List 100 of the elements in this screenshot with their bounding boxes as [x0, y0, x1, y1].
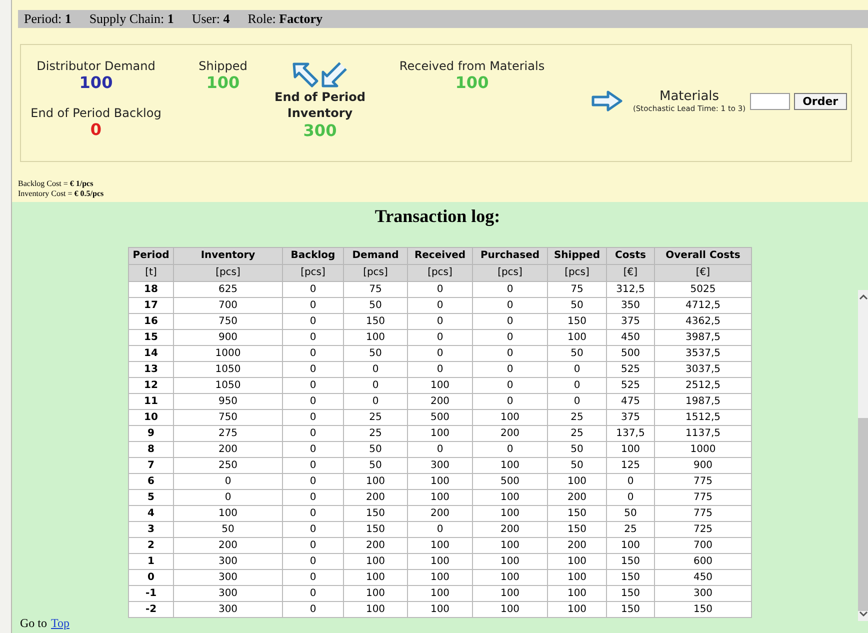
- table-cell: 275: [174, 426, 282, 442]
- table-cell: 150: [606, 554, 654, 570]
- scrollbar[interactable]: [858, 290, 868, 621]
- unit-header: [pcs]: [408, 264, 472, 282]
- table-cell: 150: [606, 570, 654, 586]
- table-cell: 50: [344, 346, 408, 362]
- table-cell: 0: [548, 362, 606, 378]
- scroll-down-icon[interactable]: [858, 611, 868, 617]
- table-cell: 100: [472, 410, 548, 426]
- table-cell: 200: [408, 394, 472, 410]
- stat-label: Shipped: [198, 59, 248, 73]
- table-cell: 0: [282, 602, 344, 618]
- stat-label: Distributor Demand: [36, 59, 156, 73]
- table-cell: 0: [282, 314, 344, 330]
- table-cell: 100: [606, 538, 654, 554]
- table-cell: 1000: [654, 442, 752, 458]
- table-cell: 625: [174, 282, 282, 298]
- column-header: Shipped: [548, 248, 606, 264]
- table-cell: 25: [344, 426, 408, 442]
- table-cell: 300: [174, 602, 282, 618]
- table-cell: 725: [654, 522, 752, 538]
- table-cell: 0: [408, 346, 472, 362]
- table-cell: 150: [606, 602, 654, 618]
- table-cell: 250: [174, 458, 282, 474]
- table-cell: 200: [548, 538, 606, 554]
- table-cell: 11: [128, 394, 174, 410]
- table-cell: 0: [282, 282, 344, 298]
- cost-text: Backlog Cost = € 1/pcs: [18, 179, 94, 189]
- table-cell: 4: [128, 506, 174, 522]
- unit-header: [pcs]: [174, 264, 282, 282]
- table-cell: 150: [548, 314, 606, 330]
- table-cell: 0: [282, 570, 344, 586]
- table-cell: 0: [282, 586, 344, 602]
- unit-header: [pcs]: [548, 264, 606, 282]
- table-cell: 1050: [174, 362, 282, 378]
- table-cell: 0: [128, 570, 174, 586]
- scroll-up-icon[interactable]: [858, 294, 868, 300]
- table-cell: 100: [408, 554, 472, 570]
- table-cell: 25: [548, 410, 606, 426]
- table-cell: 0: [408, 522, 472, 538]
- order-quantity-field[interactable]: [750, 92, 790, 110]
- table-cell: 0: [408, 314, 472, 330]
- table-cell: 14: [128, 346, 174, 362]
- table-cell: 450: [654, 570, 752, 586]
- table-cell: 50: [548, 346, 606, 362]
- table-cell: 100: [548, 586, 606, 602]
- table-cell: 5: [128, 490, 174, 506]
- table-cell: 475: [606, 394, 654, 410]
- table-cell: 0: [548, 394, 606, 410]
- table-cell: 950: [174, 394, 282, 410]
- table-cell: 25: [548, 426, 606, 442]
- table-cell: 100: [174, 506, 282, 522]
- info-text: User: 4: [192, 11, 230, 27]
- unit-header: [€]: [654, 264, 752, 282]
- table-cell: 0: [472, 378, 548, 394]
- stat-label: End of Period Inventory: [274, 89, 366, 121]
- table-cell: 775: [654, 474, 752, 490]
- table-cell: 100: [344, 586, 408, 602]
- table-cell: 5025: [654, 282, 752, 298]
- table-cell: 500: [408, 410, 472, 426]
- table-cell: 0: [344, 378, 408, 394]
- table-cell: 775: [654, 490, 752, 506]
- table-cell: -2: [128, 602, 174, 618]
- table-cell: 0: [548, 378, 606, 394]
- table-cell: 312,5: [606, 282, 654, 298]
- table-cell: 100: [606, 442, 654, 458]
- table-cell: 18: [128, 282, 174, 298]
- table-cell: 125: [606, 458, 654, 474]
- table-cell: 0: [408, 298, 472, 314]
- table-cell: 137,5: [606, 426, 654, 442]
- table-cell: 0: [606, 490, 654, 506]
- stat-label: Received from Materials: [399, 59, 545, 73]
- column-header: Purchased: [472, 248, 548, 264]
- unit-header: [pcs]: [344, 264, 408, 282]
- stat-value: 0: [90, 120, 102, 139]
- stat-label: End of Period Backlog: [30, 106, 162, 120]
- table-cell: 25: [606, 522, 654, 538]
- table-cell: 0: [472, 362, 548, 378]
- table-cell: 150: [606, 586, 654, 602]
- table-cell: 0: [282, 442, 344, 458]
- table-cell: 0: [282, 298, 344, 314]
- table-cell: 0: [282, 346, 344, 362]
- table-cell: 100: [472, 458, 548, 474]
- right-arrow-icon: [591, 90, 623, 112]
- table-cell: 0: [408, 442, 472, 458]
- table-cell: 350: [606, 298, 654, 314]
- top-link[interactable]: Top: [51, 616, 70, 631]
- table-cell: 100: [548, 554, 606, 570]
- order-button[interactable]: Order: [794, 92, 848, 110]
- cost-text: Inventory Cost = € 0.5/pcs: [18, 189, 105, 199]
- table-cell: 100: [408, 602, 472, 618]
- table-cell: 16: [128, 314, 174, 330]
- table-cell: 300: [174, 570, 282, 586]
- column-header: Backlog: [282, 248, 344, 264]
- stat-value: 300: [303, 121, 337, 140]
- table-cell: 2: [128, 538, 174, 554]
- table-cell: 10: [128, 410, 174, 426]
- info-text: Role: Factory: [248, 11, 322, 27]
- column-header: Demand: [344, 248, 408, 264]
- table-cell: 0: [282, 538, 344, 554]
